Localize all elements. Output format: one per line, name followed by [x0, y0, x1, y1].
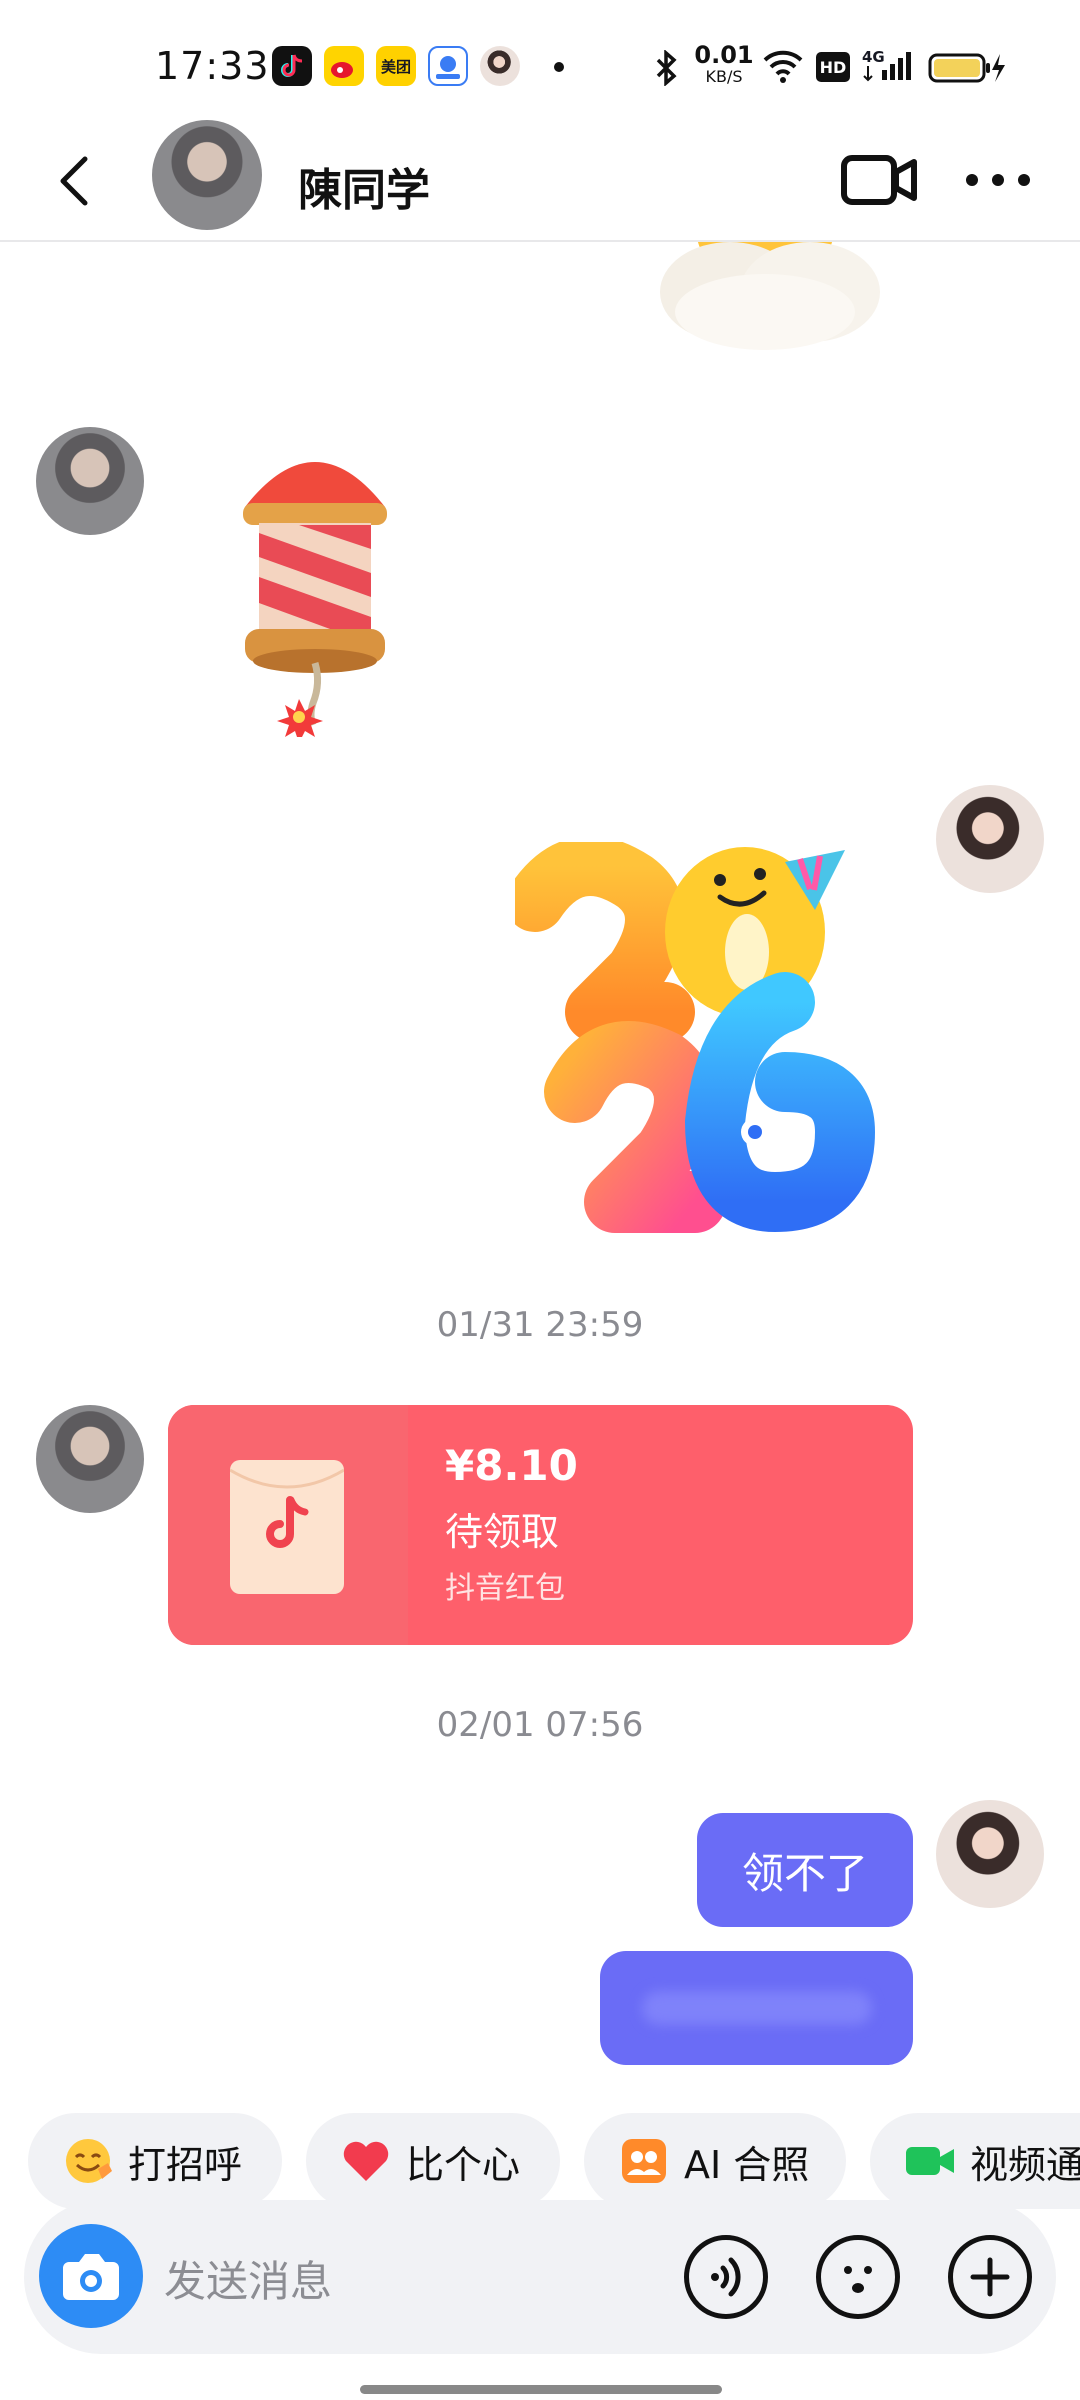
emoji-button[interactable]	[816, 2235, 900, 2319]
quick-reply-video-call[interactable]: 视频通	[870, 2113, 1080, 2209]
message-input[interactable]: 发送消息	[164, 2248, 332, 2309]
text-message-bubble-blurred[interactable]	[600, 1951, 913, 2065]
my-message-avatar[interactable]	[936, 1800, 1044, 1908]
timestamp: 02/01 07:56	[436, 1705, 644, 1745]
red-packet-status: 待领取	[445, 1510, 560, 1554]
timestamp: 01/31 23:59	[436, 1305, 644, 1345]
emoji-face-icon	[844, 2266, 872, 2293]
add-more-button[interactable]	[948, 2235, 1032, 2319]
avatar-app-icon	[480, 46, 520, 86]
meituan-icon: 美团	[376, 46, 416, 86]
contact-avatar[interactable]	[152, 120, 262, 230]
weibo-icon	[324, 46, 364, 86]
text-message-bubble[interactable]: 领不了	[697, 1813, 913, 1927]
video-camera-icon	[841, 155, 917, 205]
baidu-map-icon	[428, 46, 468, 86]
quick-reply-heart[interactable]: 比个心	[306, 2113, 560, 2209]
my-message-avatar[interactable]	[936, 785, 1044, 893]
voice-button[interactable]	[684, 2235, 768, 2319]
notification-dot-icon	[554, 62, 564, 72]
message-input-bar: 发送消息	[24, 2200, 1056, 2354]
video-call-button[interactable]	[840, 148, 920, 212]
camera-button[interactable]	[39, 2224, 143, 2328]
blurred-text	[641, 1991, 872, 2025]
contact-message-avatar[interactable]	[36, 1405, 144, 1513]
sticker-firecracker[interactable]	[215, 437, 415, 743]
heart-icon	[340, 2135, 392, 2187]
bluetooth-icon	[654, 49, 680, 90]
sticker-sun-cloud[interactable]	[640, 242, 890, 352]
chat-area: 01/31 23:59	[0, 242, 1080, 2102]
video-call-icon	[904, 2135, 956, 2187]
red-packet-label: 抖音红包	[445, 1571, 565, 1606]
back-button[interactable]	[40, 146, 110, 216]
status-bar: 17:33 美团 0.01 KB/S HD 4G	[0, 0, 1080, 130]
battery-icon	[928, 52, 1008, 88]
quick-reply-label: AI 合照	[684, 2142, 810, 2187]
back-arrow-icon	[60, 156, 88, 206]
red-packet-icon-area	[168, 1405, 408, 1645]
red-envelope-icon	[229, 1460, 345, 1594]
voice-icon	[711, 2257, 741, 2297]
status-time: 17:33	[155, 44, 270, 88]
ai-photo-icon	[618, 2135, 670, 2187]
wifi-icon	[762, 48, 804, 88]
sticker-2026[interactable]	[505, 836, 876, 1262]
chat-header: 陳同学	[0, 120, 1080, 242]
hd-icon: HD	[816, 52, 850, 82]
quick-reply-label: 打招呼	[128, 2142, 243, 2187]
camera-icon	[63, 2254, 119, 2300]
contact-message-avatar[interactable]	[36, 427, 144, 535]
wave-emoji-icon	[62, 2135, 114, 2187]
net-speed: 0.01 KB/S	[694, 41, 754, 86]
red-packet-message[interactable]: ¥8.10 待领取 抖音红包	[168, 1405, 913, 1645]
quick-reply-greet[interactable]: 打招呼	[28, 2113, 282, 2209]
quick-reply-label: 视频通	[970, 2142, 1080, 2187]
home-indicator[interactable]	[360, 2385, 722, 2394]
plus-icon	[970, 2257, 1010, 2297]
douyin-icon	[272, 46, 312, 86]
contact-name[interactable]: 陳同学	[298, 154, 430, 218]
signal-icon: 4G	[862, 48, 914, 84]
quick-reply-ai-photo[interactable]: AI 合照	[584, 2113, 846, 2209]
more-dots-icon	[966, 174, 1030, 186]
red-packet-amount: ¥8.10	[445, 1441, 578, 1490]
more-options-button[interactable]	[960, 160, 1036, 200]
quick-reply-label: 比个心	[406, 2142, 521, 2187]
